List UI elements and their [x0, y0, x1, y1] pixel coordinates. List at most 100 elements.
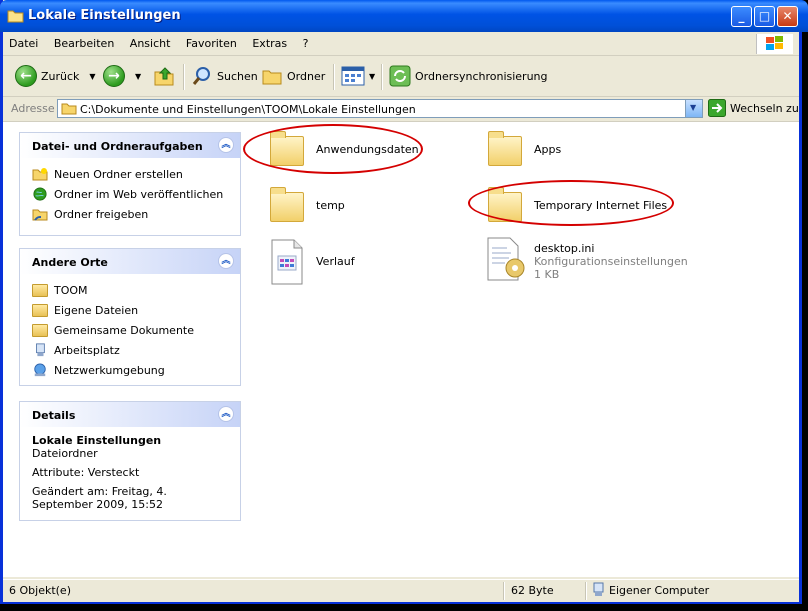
- collapse-icon[interactable]: ︽: [218, 137, 234, 153]
- title-bar[interactable]: Lokale Einstellungen _ □ ✕: [0, 0, 808, 32]
- status-object-count: 6 Objekt(e): [9, 584, 71, 597]
- chevron-down-icon[interactable]: ▼: [89, 72, 95, 81]
- toolbar: ← Zurück ▼ → ▼ Suchen Ordner ▼ Ordnersyn…: [3, 56, 799, 97]
- go-label: Wechseln zu: [730, 101, 799, 115]
- place-shared-documents[interactable]: Gemeinsame Dokumente: [32, 320, 240, 340]
- collapse-icon[interactable]: ︽: [218, 253, 234, 269]
- back-arrow-icon: ←: [15, 65, 37, 87]
- config-file-icon: [487, 237, 525, 281]
- forward-arrow-icon: →: [103, 65, 125, 87]
- file-folder-tasks-panel: Datei- und Ordneraufgaben ︽ Neuen Ordner…: [19, 132, 241, 236]
- place-my-computer[interactable]: Arbeitsplatz: [32, 340, 240, 360]
- views-button[interactable]: ▼: [341, 64, 375, 88]
- address-bar: Adresse C:\Dokumente und Einstellungen\T…: [3, 97, 799, 122]
- content-area: Datei- und Ordneraufgaben ︽ Neuen Ordner…: [3, 122, 799, 577]
- task-share-folder[interactable]: Ordner freigeben: [32, 204, 240, 224]
- forward-button[interactable]: → ▼: [103, 64, 141, 88]
- maximize-button[interactable]: □: [754, 6, 775, 27]
- chevron-down-icon[interactable]: ▼: [135, 72, 141, 81]
- place-toom[interactable]: TOOM: [32, 280, 240, 300]
- go-button[interactable]: Wechseln zu: [708, 99, 799, 117]
- search-label: Suchen: [217, 69, 258, 83]
- history-icon: [271, 239, 303, 285]
- panel-header[interactable]: Andere Orte ︽: [20, 249, 240, 274]
- minimize-button[interactable]: _: [731, 6, 752, 27]
- status-divider: [503, 582, 505, 600]
- panel-header[interactable]: Details ︽: [20, 402, 240, 427]
- folder-icon: [32, 323, 48, 337]
- folder-icon: [262, 70, 282, 85]
- windows-logo-icon: [756, 34, 793, 54]
- folder-icon: [61, 103, 77, 115]
- back-button[interactable]: ← Zurück ▼: [15, 64, 96, 88]
- menu-bearbeiten[interactable]: Bearbeiten: [48, 33, 120, 50]
- highlight-annotation: [243, 124, 423, 174]
- chevron-down-icon[interactable]: ▼: [369, 72, 375, 81]
- file-name: Apps: [534, 143, 562, 156]
- up-folder-button[interactable]: [153, 64, 175, 88]
- chevron-down-icon: ▼: [690, 103, 697, 112]
- highlight-annotation: [468, 180, 674, 226]
- panel-title: Datei- und Ordneraufgaben: [32, 140, 203, 153]
- status-divider: [585, 582, 587, 600]
- status-size: 62 Byte: [511, 584, 554, 597]
- back-label: Zurück: [41, 69, 80, 83]
- task-publish-web[interactable]: Ordner im Web veröffentlichen: [32, 184, 240, 204]
- folder-icon: [488, 131, 522, 166]
- details-modified: Geändert am: Freitag, 4. September 2009,…: [32, 485, 167, 511]
- task-label: Ordner freigeben: [54, 207, 149, 221]
- task-new-folder[interactable]: Neuen Ordner erstellen: [32, 164, 240, 184]
- sync-icon: [389, 65, 411, 87]
- folders-label: Ordner: [287, 69, 326, 83]
- collapse-icon[interactable]: ︽: [218, 406, 234, 422]
- details-name: Lokale Einstellungen: [32, 434, 162, 447]
- menu-extras[interactable]: Extras: [246, 33, 293, 50]
- status-bar: 6 Objekt(e) 62 Byte Eigener Computer: [3, 579, 799, 602]
- task-label: Neuen Ordner erstellen: [54, 167, 183, 181]
- file-name: desktop.ini: [534, 242, 595, 255]
- new-folder-icon: [32, 168, 48, 181]
- toolbar-separator: [183, 64, 185, 90]
- network-globe-icon: [34, 363, 46, 377]
- place-my-documents[interactable]: Eigene Dateien: [32, 300, 240, 320]
- folder-icon: [7, 10, 24, 23]
- menu-datei[interactable]: Datei: [3, 33, 44, 50]
- place-label: TOOM: [54, 283, 88, 297]
- toolbar-separator: [333, 64, 335, 90]
- globe-icon: [33, 187, 47, 201]
- place-label: Arbeitsplatz: [54, 343, 120, 357]
- folder-icon: [270, 187, 304, 222]
- menu-ansicht[interactable]: Ansicht: [124, 33, 177, 50]
- computer-icon: [36, 343, 45, 357]
- task-label: Ordner im Web veröffentlichen: [54, 187, 224, 201]
- menu-help[interactable]: ?: [297, 33, 315, 50]
- address-path: C:\Dokumente und Einstellungen\TOOM\Loka…: [80, 103, 416, 116]
- menu-bar: Datei Bearbeiten Ansicht Favoriten Extra…: [3, 33, 799, 56]
- place-label: Eigene Dateien: [54, 303, 139, 317]
- address-label: Adresse: [11, 102, 55, 115]
- search-button[interactable]: Suchen: [191, 64, 258, 88]
- address-dropdown-button[interactable]: ▼: [685, 100, 702, 117]
- panel-title: Details: [32, 409, 76, 422]
- details-panel: Details ︽ Lokale Einstellungen Dateiordn…: [19, 401, 241, 521]
- folder-icon: [32, 303, 48, 317]
- folder-icon: [32, 283, 48, 297]
- sync-label: Ordnersynchronisierung: [415, 69, 548, 83]
- file-size: 1 KB: [534, 268, 560, 281]
- panel-title: Andere Orte: [32, 256, 108, 269]
- window-title: Lokale Einstellungen: [28, 8, 181, 23]
- place-label: Gemeinsame Dokumente: [54, 323, 194, 337]
- close-button[interactable]: ✕: [777, 6, 798, 27]
- folders-button[interactable]: Ordner: [261, 64, 325, 88]
- other-places-panel: Andere Orte ︽ TOOM Eigene Dateien Gemein…: [19, 248, 241, 386]
- place-network[interactable]: Netzwerkumgebung: [32, 360, 240, 380]
- views-icon: [341, 66, 365, 86]
- folder-up-icon: [154, 67, 174, 86]
- share-folder-icon: [32, 209, 48, 221]
- panel-header[interactable]: Datei- und Ordneraufgaben ︽: [20, 133, 240, 158]
- address-input[interactable]: C:\Dokumente und Einstellungen\TOOM\Loka…: [57, 99, 703, 118]
- folder-sync-button[interactable]: Ordnersynchronisierung: [389, 64, 548, 88]
- menu-favoriten[interactable]: Favoriten: [180, 33, 243, 50]
- search-icon: [192, 67, 210, 85]
- file-name: Verlauf: [316, 255, 355, 268]
